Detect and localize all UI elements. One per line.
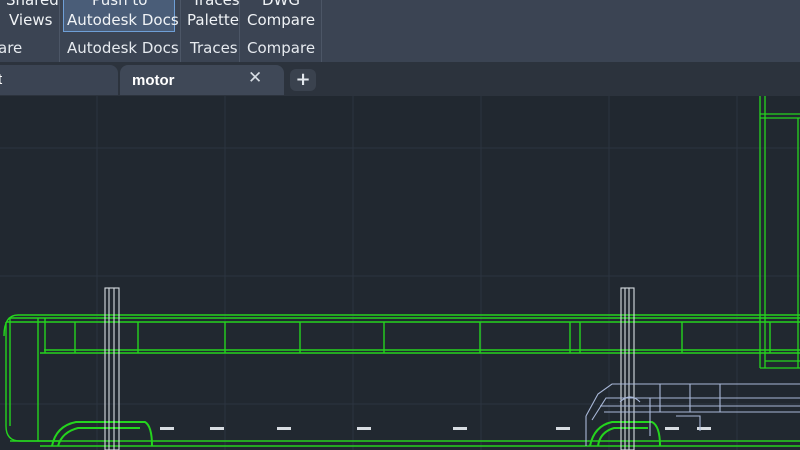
ribbon-separator [239, 0, 240, 62]
drawing-canvas[interactable] [0, 96, 800, 450]
compare-group-label: Compare [247, 39, 316, 57]
autodesk-docs-group-label: Autodesk Docs [67, 39, 179, 57]
dwg-compare-line1[interactable]: DWG [262, 0, 300, 9]
file-tab-previous-label: t [0, 71, 3, 88]
ribbon-separator [59, 0, 60, 62]
file-tab-previous[interactable]: t [0, 65, 118, 95]
shared-views-button-line1[interactable]: Shared [6, 0, 59, 9]
ribbon-panel: Shared Views are Push to Autodesk Docs A… [0, 0, 800, 62]
dwg-compare-line2[interactable]: Compare [247, 11, 315, 29]
push-to-docs-line2[interactable]: Autodesk Docs [67, 11, 179, 29]
ribbon-separator [321, 0, 322, 62]
traces-palette-line2[interactable]: Palette [187, 11, 239, 29]
shared-views-button-line2[interactable]: Views [9, 11, 52, 29]
file-tab-motor-label: motor [132, 72, 175, 89]
support-foot-geometry [51, 421, 661, 447]
close-icon[interactable]: ✕ [248, 68, 262, 88]
push-to-docs-line1[interactable]: Push to [92, 0, 147, 9]
ribbon-separator [180, 0, 181, 62]
traces-group-label: Traces [190, 39, 238, 57]
housing-geometry [585, 383, 800, 446]
file-tab-motor[interactable]: motor ✕ [120, 65, 284, 95]
vertical-post-geometry [104, 287, 635, 450]
cad-drawing [0, 96, 800, 450]
beam-geometry [3, 314, 800, 447]
vertical-column-geometry [759, 96, 800, 369]
drawing-grid [0, 96, 800, 450]
share-group-label: are [0, 39, 23, 57]
traces-palette-line1[interactable]: Traces [192, 0, 240, 9]
plus-icon[interactable]: + [290, 69, 316, 91]
